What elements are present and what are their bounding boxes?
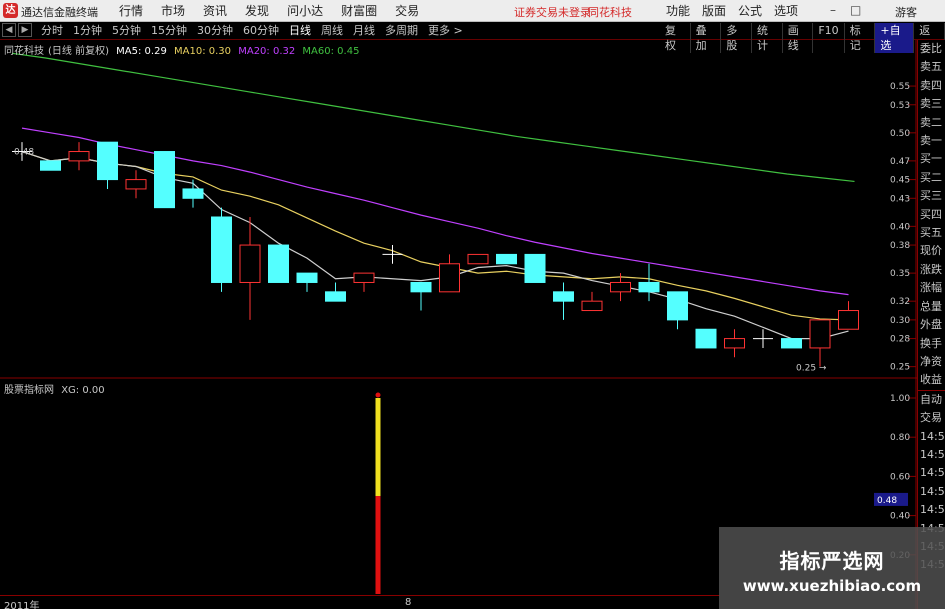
y-tick-label: 0.45 bbox=[890, 176, 910, 186]
candle-down bbox=[638, 281, 660, 293]
ma20-legend: MA20: 0.32 bbox=[238, 46, 296, 57]
candle-up bbox=[809, 319, 831, 349]
candle-up bbox=[68, 151, 90, 162]
quote-panel: 委比卖五卖四卖三卖二卖一买一买二买三买四买五现价涨跌涨幅总量外盘换手净资收益自动… bbox=[917, 40, 945, 609]
year-label: 2011年 bbox=[4, 601, 40, 609]
main-legend: 同花科技 (日线 前复权) MA5: 0.29 MA10: 0.30 MA20: … bbox=[4, 42, 363, 57]
quote-panel-row: 买四 bbox=[920, 207, 942, 221]
quote-panel-row: 买二 bbox=[920, 170, 942, 184]
sub-y-tick-label: 0.80 bbox=[890, 433, 910, 443]
ma5-legend: MA5: 0.29 bbox=[116, 46, 167, 57]
ma60-legend: MA60: 0.45 bbox=[302, 46, 360, 57]
kline-chart[interactable]: 1.000.800.600.400.200.48 0.550.530.500.4… bbox=[0, 0, 917, 609]
candle-up bbox=[239, 244, 261, 283]
time-axis: 2011年 8 bbox=[0, 595, 720, 609]
candle-down bbox=[325, 291, 346, 302]
candle-up bbox=[353, 272, 375, 283]
ma60-line bbox=[11, 52, 855, 183]
candle-down bbox=[296, 272, 318, 283]
candle-down bbox=[97, 141, 118, 181]
candle-down bbox=[211, 216, 232, 283]
quote-panel-row: 卖五 bbox=[920, 60, 942, 74]
quote-panel-row: 买五 bbox=[920, 226, 942, 240]
sub-y-tick-label: 0.40 bbox=[890, 512, 910, 522]
xg-signal-bar-top bbox=[375, 398, 381, 496]
quote-panel-row: 14:56 bbox=[920, 466, 945, 480]
candle-down bbox=[182, 188, 204, 199]
y-tick-label: 0.25 bbox=[890, 363, 910, 373]
y-tick-label: 0.30 bbox=[890, 316, 910, 326]
xg-signal-marker bbox=[375, 392, 381, 398]
candle-down bbox=[667, 291, 688, 321]
sub-y-tick-label: 0.60 bbox=[890, 472, 910, 482]
y-tick-label: 0.28 bbox=[890, 335, 910, 345]
sub-y-tick-label: 1.00 bbox=[890, 394, 910, 404]
quote-panel-row: 卖四 bbox=[920, 78, 942, 92]
candle-up bbox=[467, 253, 489, 265]
candle-down bbox=[781, 338, 802, 349]
candle-down bbox=[154, 151, 175, 209]
ma10-legend: MA10: 0.30 bbox=[174, 46, 232, 57]
current-value-label: 0.48 bbox=[877, 496, 897, 506]
quote-panel-row: 现价 bbox=[920, 244, 942, 258]
quote-panel-row: 涨跌 bbox=[920, 262, 942, 276]
candle-down bbox=[695, 328, 717, 349]
high-marker: 0.48 bbox=[14, 148, 34, 158]
y-tick-label: 0.32 bbox=[890, 297, 910, 307]
indicator-name: 股票指标网 bbox=[4, 385, 54, 396]
quote-panel-row: 买三 bbox=[920, 189, 942, 203]
candle-up bbox=[838, 310, 859, 330]
watermark: 指标严选网 www.xuezhibiao.com bbox=[719, 527, 945, 609]
candle-up bbox=[125, 179, 147, 190]
quote-panel-row: 买一 bbox=[920, 152, 942, 166]
xg-signal-bar-bottom bbox=[375, 496, 381, 594]
quote-panel-row: 收益 bbox=[920, 373, 942, 387]
sub-legend: 股票指标网 XG: 0.00 bbox=[4, 381, 109, 396]
candle-down bbox=[524, 253, 546, 283]
quote-panel-row: 总量 bbox=[920, 299, 942, 313]
stock-name: 同花科技 bbox=[4, 46, 44, 57]
candle-up bbox=[610, 281, 631, 293]
quote-panel-row: 14:56 bbox=[920, 503, 945, 517]
watermark-title: 指标严选网 bbox=[779, 549, 885, 573]
chart-mode: (日线 前复权) bbox=[48, 46, 109, 57]
ma20-line bbox=[21, 127, 849, 296]
watermark-url: www.xuezhibiao.com bbox=[742, 577, 922, 595]
quote-panel-row: 涨幅 bbox=[920, 281, 942, 295]
quote-panel-row: 自动 bbox=[918, 389, 945, 409]
quote-panel-row: 卖二 bbox=[920, 115, 942, 129]
candle-down bbox=[268, 244, 289, 283]
quote-panel-row: 14:56 bbox=[920, 429, 945, 443]
y-tick-label: 0.38 bbox=[890, 241, 910, 251]
quote-panel-row: 换手 bbox=[920, 336, 942, 350]
candle-up bbox=[581, 300, 603, 312]
y-tick-label: 0.50 bbox=[890, 129, 910, 139]
candle-down bbox=[553, 291, 574, 302]
quote-panel-row: 外盘 bbox=[920, 318, 942, 332]
y-tick-label: 0.40 bbox=[890, 222, 910, 232]
candle-up bbox=[724, 338, 745, 349]
y-tick-label: 0.43 bbox=[890, 194, 910, 204]
low-marker: 0.25 → bbox=[796, 364, 827, 374]
quote-panel-row: 卖三 bbox=[920, 97, 942, 111]
y-tick-label: 0.35 bbox=[890, 269, 910, 279]
quote-panel-row: 委比 bbox=[920, 42, 942, 55]
y-tick-label: 0.55 bbox=[890, 82, 910, 92]
quote-panel-row: 14:56 bbox=[920, 484, 945, 498]
quote-panel-row: 交易 bbox=[920, 411, 942, 425]
y-tick-label: 0.47 bbox=[890, 157, 910, 167]
quote-panel-row: 14:56 bbox=[920, 447, 945, 461]
ma10-line bbox=[21, 150, 849, 321]
candle-down bbox=[410, 281, 432, 293]
quote-panel-row: 净资 bbox=[920, 354, 942, 368]
candle-down bbox=[40, 160, 61, 171]
y-tick-label: 0.53 bbox=[890, 101, 910, 111]
candle-up bbox=[439, 263, 460, 293]
month-label: 8 bbox=[405, 597, 412, 608]
candle-down bbox=[496, 253, 517, 265]
xg-legend: XG: 0.00 bbox=[61, 385, 105, 396]
quote-panel-row: 卖一 bbox=[920, 134, 942, 148]
